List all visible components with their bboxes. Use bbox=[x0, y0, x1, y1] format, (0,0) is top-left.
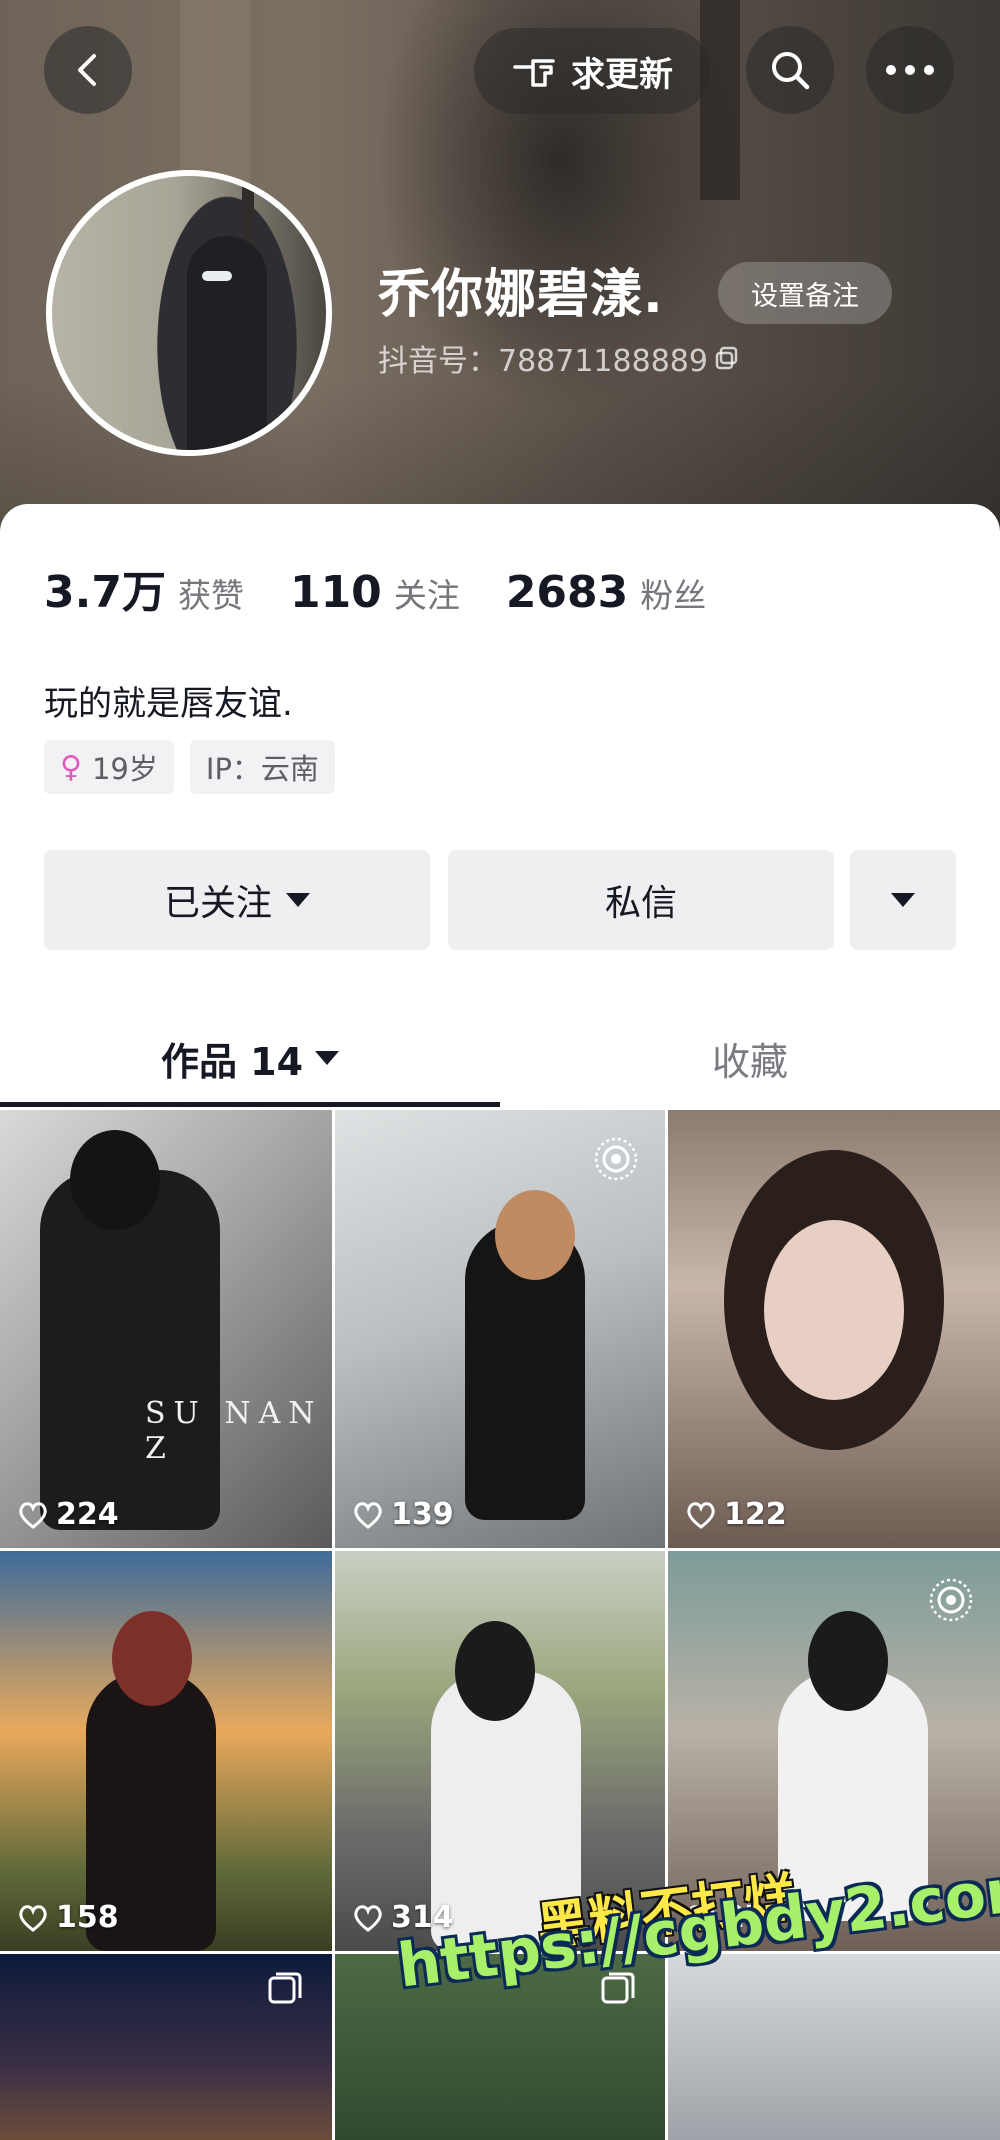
video-likes-count: 122 bbox=[724, 1497, 787, 1532]
copy-icon[interactable] bbox=[714, 345, 740, 371]
stat-likes-value: 3.7万 bbox=[44, 567, 166, 618]
video-tile[interactable]: 139 bbox=[335, 1110, 665, 1548]
video-tile[interactable]: 158 bbox=[0, 1551, 332, 1951]
video-likes: 224 bbox=[18, 1497, 119, 1532]
search-button[interactable] bbox=[746, 26, 834, 114]
video-tile[interactable] bbox=[0, 1954, 332, 2140]
ip-tag-label: IP：云南 bbox=[205, 752, 319, 786]
tile-subject-head bbox=[808, 1611, 888, 1711]
heart-icon bbox=[687, 1501, 715, 1529]
live-photo-icon bbox=[929, 1578, 973, 1622]
age-tag-label: 19岁 bbox=[91, 752, 158, 786]
heart-icon bbox=[19, 1501, 47, 1529]
request-update-label: 求更新 bbox=[571, 54, 673, 95]
heart-icon bbox=[19, 1904, 47, 1932]
video-likes-count: 224 bbox=[56, 1497, 119, 1532]
ellipsis-icon bbox=[886, 65, 934, 75]
ip-tag: IP：云南 bbox=[189, 740, 335, 794]
pointing-hand-icon bbox=[513, 59, 555, 87]
avatar-eyes bbox=[202, 271, 232, 281]
more-options-button[interactable] bbox=[866, 26, 954, 114]
tab-works-label: 作品 14 bbox=[160, 1039, 304, 1084]
following-button-label: 已关注 bbox=[163, 883, 272, 924]
age-tag: ♀ 19岁 bbox=[44, 740, 174, 794]
set-remark-button[interactable]: 设置备注 bbox=[718, 262, 892, 324]
stat-following-value: 110 bbox=[289, 567, 382, 618]
heart-icon bbox=[354, 1904, 382, 1932]
active-tab-indicator bbox=[0, 1102, 500, 1107]
request-update-button[interactable]: 求更新 bbox=[474, 28, 710, 114]
tab-favorites[interactable]: 收藏 bbox=[500, 1010, 1000, 1106]
profile-stats: 3.7万 获赞 110 关注 2683 粉丝 bbox=[44, 556, 752, 620]
image-stack-icon bbox=[268, 1972, 302, 2004]
following-button[interactable]: 已关注 bbox=[44, 850, 430, 950]
tile-subject-head bbox=[112, 1611, 192, 1706]
caret-down-icon bbox=[891, 893, 915, 907]
tile-subject-head bbox=[455, 1621, 535, 1721]
profile-bio: 玩的就是唇友谊. bbox=[44, 684, 293, 724]
heart-icon bbox=[354, 1501, 382, 1529]
tab-works[interactable]: 作品 14 bbox=[0, 1010, 500, 1106]
live-photo-icon bbox=[594, 1137, 638, 1181]
profile-username: 乔你娜碧漾. bbox=[378, 265, 664, 325]
video-likes: 139 bbox=[353, 1497, 454, 1532]
video-tile[interactable]: 122 bbox=[668, 1110, 1000, 1548]
tile-subject-head bbox=[495, 1190, 575, 1280]
tile-subject-face bbox=[764, 1220, 904, 1400]
message-button-label: 私信 bbox=[604, 883, 677, 924]
video-likes: 122 bbox=[686, 1497, 787, 1532]
video-overlay-text: SU NAN Z bbox=[145, 1396, 323, 1466]
video-likes-count: 158 bbox=[56, 1900, 119, 1935]
video-likes: 158 bbox=[18, 1900, 119, 1935]
video-tile[interactable]: SU NAN Z 224 bbox=[0, 1110, 332, 1548]
stat-following[interactable]: 110 关注 bbox=[290, 567, 460, 618]
more-actions-dropdown[interactable] bbox=[850, 850, 956, 950]
banner-background-figure bbox=[700, 0, 740, 200]
profile-tags: ♀ 19岁 IP：云南 bbox=[44, 740, 335, 794]
stat-following-label: 关注 bbox=[393, 576, 460, 615]
douyin-id[interactable]: 抖音号：78871188889 bbox=[378, 336, 740, 380]
video-tile[interactable] bbox=[668, 1954, 1000, 2140]
chevron-left-icon bbox=[78, 54, 96, 86]
search-icon bbox=[772, 52, 810, 90]
caret-down-icon bbox=[286, 893, 310, 907]
avatar-figure bbox=[187, 236, 267, 450]
profile-tabs: 作品 14 收藏 bbox=[0, 1010, 1000, 1110]
stat-likes[interactable]: 3.7万 获赞 bbox=[44, 556, 244, 620]
douyin-id-text: 抖音号：78871188889 bbox=[378, 344, 708, 379]
caret-down-icon bbox=[315, 1051, 340, 1065]
tile-subject-head bbox=[70, 1130, 160, 1230]
video-likes-count: 139 bbox=[391, 1497, 454, 1532]
stat-followers-label: 粉丝 bbox=[640, 576, 707, 615]
message-button[interactable]: 私信 bbox=[448, 850, 834, 950]
female-icon: ♀ bbox=[60, 749, 82, 785]
back-button[interactable] bbox=[44, 26, 132, 114]
stat-likes-label: 获赞 bbox=[177, 576, 244, 615]
stat-followers[interactable]: 2683 粉丝 bbox=[506, 567, 706, 618]
stat-followers-value: 2683 bbox=[505, 567, 629, 618]
profile-avatar[interactable] bbox=[46, 170, 332, 456]
tab-favorites-label: 收藏 bbox=[711, 1039, 788, 1084]
